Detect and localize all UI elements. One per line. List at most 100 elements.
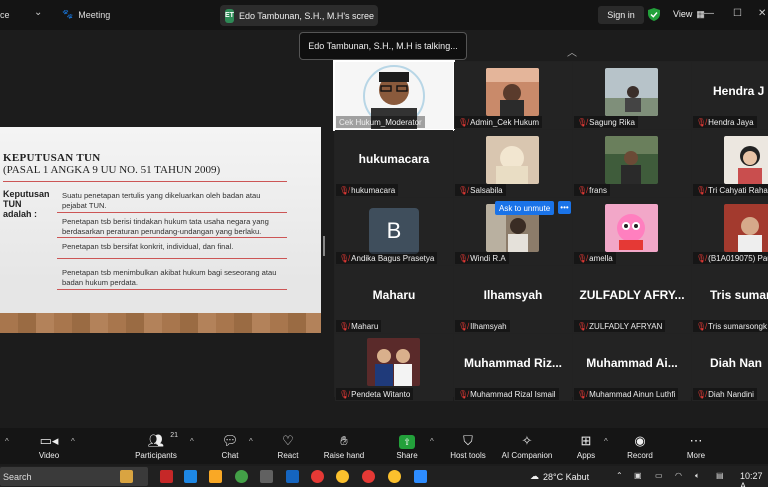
participant-tile[interactable]: 🎙︎̸ Tri Cahyati Raha [692, 130, 768, 197]
caret-up-icon[interactable]: ^ [249, 437, 253, 446]
record-label: Record [627, 451, 653, 460]
participant-name: 🎙︎̸ Pendeta Witanto [336, 388, 414, 400]
browser-icon[interactable] [184, 470, 197, 483]
participant-tile[interactable]: B 🎙︎̸ Andika Bagus Prasetya [335, 198, 453, 265]
ask-to-unmute-button[interactable]: Ask to unmute [495, 201, 555, 215]
name-label: Hendra Jaya [708, 117, 754, 127]
share-button[interactable]: ⇧ Share [377, 432, 437, 460]
chrome-icon[interactable] [362, 470, 375, 483]
shared-slide: KEPUTUSAN TUN (PASAL 1 ANGKA 9 UU NO. 51… [0, 127, 321, 333]
participant-tile[interactable]: 🎙︎̸ Pendeta Witanto [335, 334, 453, 401]
view-menu[interactable]: View ▦ [673, 9, 705, 20]
record-button[interactable]: ◉ Record [610, 432, 670, 460]
raise-hand-button[interactable]: ✋︎ Raise hand [314, 432, 374, 460]
record-icon: ◉ [634, 433, 646, 448]
video-button[interactable]: ▭◂ Video [19, 432, 79, 460]
chevron-up-icon[interactable]: ︿ [567, 44, 577, 59]
divider [57, 289, 287, 290]
chrome-icon[interactable] [336, 470, 349, 483]
participant-tile[interactable]: Ilhamsyah 🎙︎̸ Ilhamsyah [454, 266, 572, 333]
tile-more-button[interactable]: ••• [558, 201, 571, 214]
split-view-handle[interactable] [323, 236, 325, 256]
participant-display-name: Muhammad Riz... [463, 356, 562, 370]
slide-term: Keputusan TUN adalah : [3, 189, 58, 219]
close-icon[interactable]: ✕ [758, 8, 766, 19]
language-icon[interactable]: ▤ [716, 471, 724, 480]
mic-muted-icon: 🎙︎̸ [696, 389, 707, 399]
participant-tile[interactable]: Muhammad Ai... 🎙︎̸ Muhammad Ainun Luthfi [573, 334, 691, 401]
chevron-up-icon[interactable]: ⌃ [616, 471, 623, 480]
chrome-icon[interactable] [388, 470, 401, 483]
participant-tile[interactable]: Diah Nan 🎙︎̸ Diah Nandini [692, 334, 768, 401]
host-tools-button[interactable]: ⛉ Host tools [438, 432, 498, 460]
participant-tile[interactable]: 🎙︎̸ frans [573, 130, 691, 197]
term-line: TUN [3, 199, 22, 209]
participant-name: 🎙︎̸ Maharu [336, 320, 382, 332]
participant-name: 🎙︎̸ Muhammad Ainun Luthfi [574, 388, 679, 400]
video-camera-icon: ▭◂ [39, 433, 59, 448]
participant-tile[interactable]: Muhammad Riz... 🎙︎̸ Muhammad Rizal Ismail [454, 334, 572, 401]
participant-tile[interactable]: hukumacara 🎙︎̸ hukumacara [335, 130, 453, 197]
participant-tile[interactable]: Cek Hukum_Moderator [333, 60, 455, 131]
caret-up-icon[interactable]: ^ [430, 437, 434, 446]
shield-icon: ⛉ [463, 433, 473, 448]
widget-icon[interactable] [120, 470, 133, 483]
speaker-icon[interactable]: 🔈︎ [695, 471, 700, 481]
participant-tile[interactable]: Hendra J 🎙︎̸ Hendra Jaya [692, 62, 768, 129]
caret-up-icon[interactable]: ^ [604, 437, 608, 446]
divider [3, 181, 287, 182]
chrome-icon[interactable] [235, 470, 248, 483]
maximize-icon[interactable]: ☐ [733, 8, 742, 19]
shield-check-icon[interactable] [648, 8, 660, 21]
screen-share-indicator[interactable]: ET Edo Tambunan, S.H., M.H's scree ⋯ [220, 5, 378, 26]
participants-button[interactable]: 👥︎ 21 Participants [126, 432, 186, 460]
participant-video [605, 68, 658, 116]
mic-muted-icon: 🎙︎̸ [458, 321, 469, 331]
more-button[interactable]: ⋯ More [666, 432, 726, 460]
search-label: Search [3, 471, 32, 482]
participant-video [724, 204, 768, 252]
ai-companion-button[interactable]: ✧ AI Companion [497, 432, 557, 460]
minimize-icon[interactable]: — [704, 8, 714, 19]
wifi-icon[interactable]: ◠ [675, 471, 682, 480]
battery-icon[interactable]: ▭ [655, 471, 663, 480]
participant-name: 🎙︎̸ (B1A019075) Pau [693, 252, 768, 264]
mic-muted-icon: 🎙︎̸ [577, 253, 588, 263]
share-title: Edo Tambunan, S.H., M.H's scree [238, 10, 375, 21]
caret-up-icon[interactable]: ^ [190, 437, 194, 446]
name-label: Muhammad Rizal Ismail [470, 389, 556, 399]
caret-up-icon[interactable]: ^ [5, 437, 9, 446]
name-label: Cek Hukum_Moderator [339, 117, 422, 127]
participant-display-name: Diah Nan [710, 356, 763, 370]
name-label: Windi R.A [470, 253, 506, 263]
tray-app-icon[interactable]: ▣ [634, 471, 642, 480]
participant-name: 🎙︎̸ Tri Cahyati Raha [693, 184, 768, 196]
chrome-icon[interactable] [311, 470, 324, 483]
react-button[interactable]: ♡ React [258, 432, 318, 460]
participant-tile[interactable]: 🎙︎̸ Salsabila [454, 130, 572, 197]
name-label: Diah Nandini [708, 389, 754, 399]
mic-muted-icon: 🎙︎̸ [577, 389, 588, 399]
participant-tile[interactable]: 🎙︎̸ Admin_Cek Hukum [454, 62, 572, 129]
participant-video [486, 68, 539, 116]
word-icon[interactable] [286, 470, 299, 483]
participant-tile[interactable]: 🎙︎̸ (B1A019075) Pau [692, 198, 768, 265]
participant-display-name: hukumacara [358, 152, 430, 166]
zoom-icon[interactable] [414, 470, 427, 483]
meeting-menu[interactable]: 🐾 Meeting [62, 9, 110, 20]
file-explorer-icon[interactable] [209, 470, 222, 483]
participant-tile[interactable]: Maharu 🎙︎̸ Maharu [335, 266, 453, 333]
participant-tile[interactable]: 🎙︎̸ Sagung Rika [573, 62, 691, 129]
weather-widget[interactable]: ☁ 28°C Kabut [530, 471, 589, 482]
sign-in-button[interactable]: Sign in [598, 6, 644, 24]
participant-tile[interactable]: ZULFADLY AFRY... 🎙︎̸ ZULFADLY AFRYAN [573, 266, 691, 333]
term-line: adalah : [3, 209, 38, 219]
settings-icon[interactable] [260, 470, 273, 483]
participant-tile[interactable]: 🎙︎̸ amella [573, 198, 691, 265]
view-label: View [673, 9, 693, 19]
pdf-app-icon[interactable] [160, 470, 173, 483]
chevron-down-icon[interactable]: ⌄ [34, 7, 42, 18]
caret-up-icon[interactable]: ^ [71, 437, 75, 446]
mic-muted-icon: 🎙︎̸ [696, 253, 707, 263]
participant-tile[interactable]: Tris sumarse 🎙︎̸Tris sumarsongk [692, 266, 768, 333]
